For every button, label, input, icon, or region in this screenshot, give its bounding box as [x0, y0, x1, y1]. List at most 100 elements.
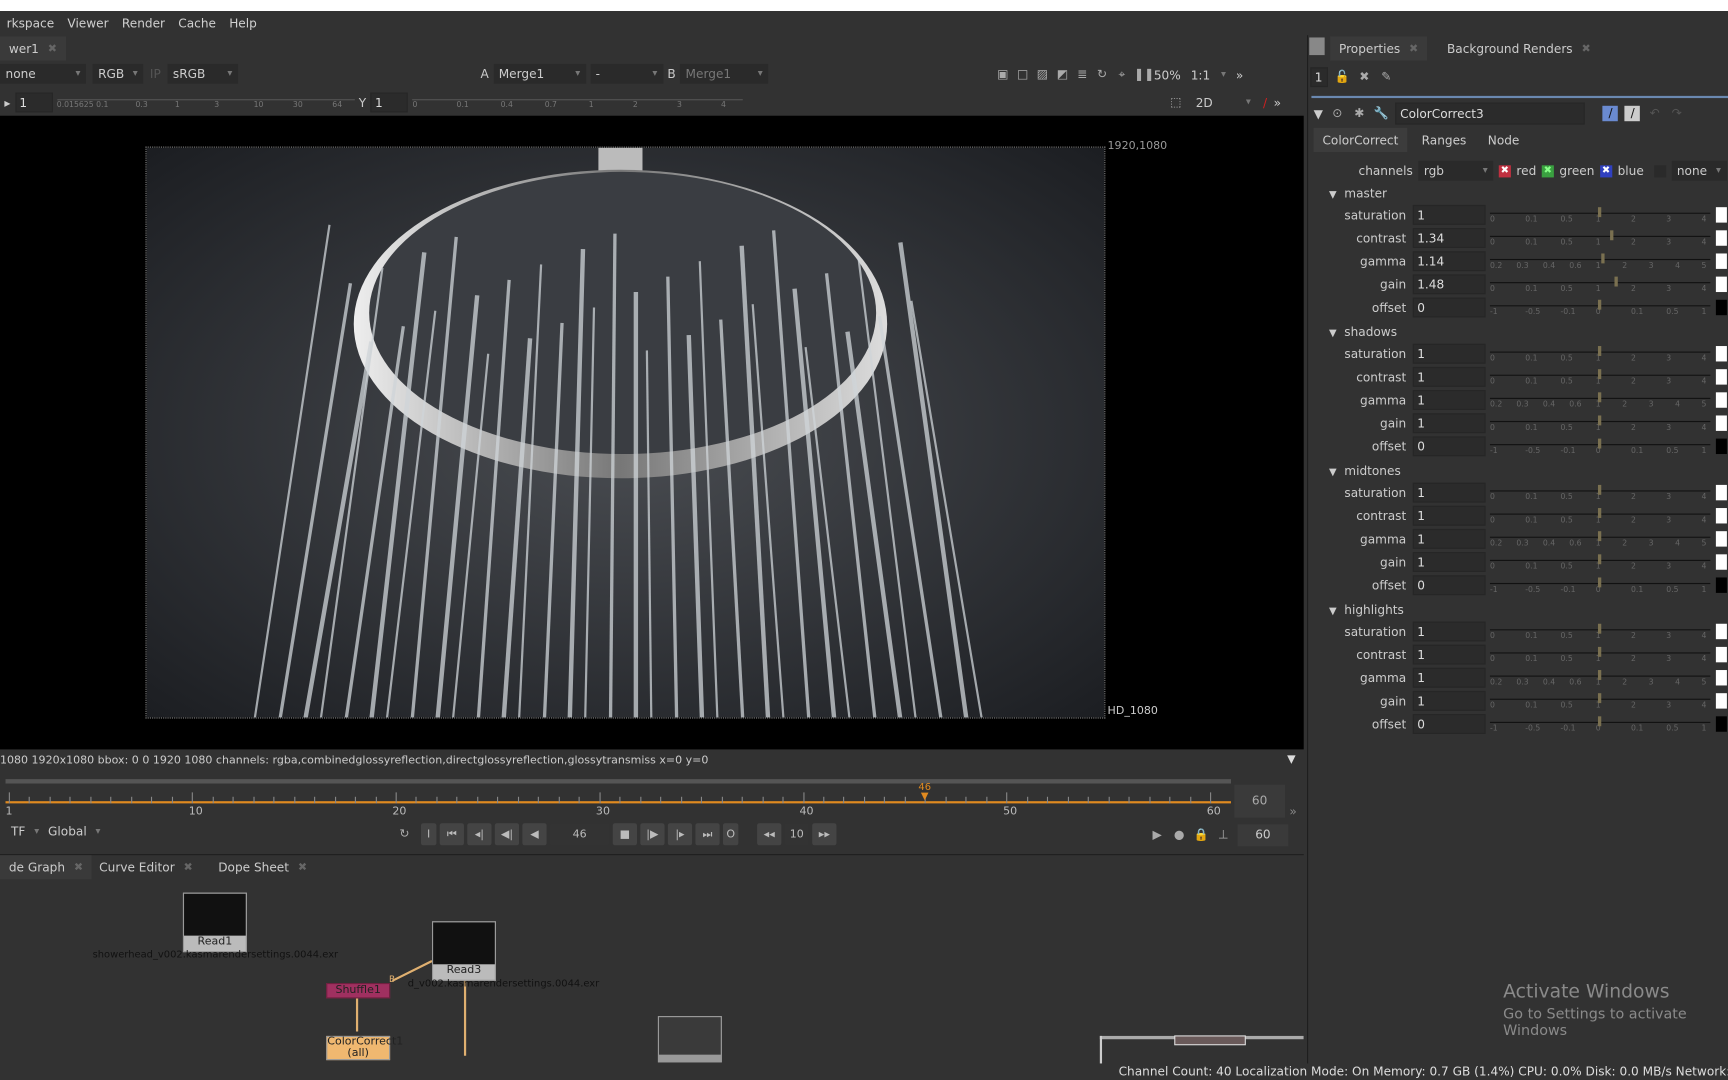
highlights-gain-slider[interactable]: 0 0.1 0.5 1 2 3 4 — [1489, 690, 1711, 712]
highlights-saturation-slider[interactable]: 0 0.1 0.5 1 2 3 4 — [1489, 620, 1711, 642]
shadows-contrast-field[interactable]: 1 — [1412, 366, 1486, 387]
color-picker-swatch[interactable] — [1715, 646, 1727, 663]
max-panels-field[interactable]: 1 — [1310, 67, 1328, 88]
color-picker-swatch[interactable] — [1715, 438, 1727, 455]
node-shuffle1[interactable]: Shuffle1 — [326, 983, 391, 999]
shadows-saturation-slider[interactable]: 0 0.1 0.5 1 2 3 4 — [1489, 343, 1711, 365]
node-name-field[interactable]: ColorCorrect3 — [1395, 102, 1586, 125]
highlights-contrast-slider[interactable]: 0 0.1 0.5 1 2 3 4 — [1489, 644, 1711, 666]
skip-back-button[interactable]: ◂◂ — [757, 823, 782, 846]
node-thumbnail[interactable] — [657, 1016, 722, 1063]
color-picker-swatch[interactable] — [1715, 623, 1727, 640]
master-saturation-slider[interactable]: 0 0.1 0.5 1 2 3 4 — [1489, 204, 1711, 226]
view-mode-dropdown[interactable]: 2D — [1190, 93, 1256, 113]
midtones-saturation-slider[interactable]: 0 0.1 0.5 1 2 3 4 — [1489, 482, 1711, 504]
midtones-gain-field[interactable]: 1 — [1412, 552, 1486, 572]
lut-dropdown[interactable]: sRGB — [167, 63, 238, 84]
shadows-gamma-field[interactable]: 1 — [1412, 390, 1486, 410]
section-shadows[interactable]: shadows — [1329, 325, 1397, 339]
highlights-saturation-field[interactable]: 1 — [1412, 621, 1486, 642]
last-frame-button[interactable]: ⏭ — [695, 823, 720, 846]
menu-workspace[interactable]: rkspace — [0, 16, 61, 30]
highlights-offset-field[interactable]: 0 — [1412, 714, 1486, 734]
color-picker-swatch[interactable] — [1715, 299, 1727, 316]
stop-button[interactable]: ■ — [612, 823, 637, 846]
skip-forward-button[interactable]: ▸▸ — [812, 823, 837, 846]
shadows-saturation-field[interactable]: 1 — [1412, 343, 1486, 364]
tab-ranges[interactable]: Ranges — [1413, 128, 1475, 152]
node-colorcorrect1[interactable]: ColorCorrect1 (all) — [326, 1035, 403, 1061]
record-icon[interactable]: ● — [1171, 828, 1186, 843]
section-midtones[interactable]: midtones — [1329, 464, 1401, 478]
composite-dropdown[interactable]: - — [590, 63, 663, 84]
fps-field[interactable]: 60 — [1237, 824, 1289, 847]
red-checkbox[interactable]: ✖ — [1498, 164, 1511, 177]
ratio-dropdown[interactable]: 1:1 — [1185, 65, 1231, 85]
slider-handle[interactable] — [1609, 230, 1613, 241]
tab-colorcorrect[interactable]: ColorCorrect — [1313, 127, 1408, 153]
play-forward-button[interactable]: |▶ — [640, 823, 665, 846]
gamma-slider[interactable]: 0 0.1 0.4 0.7 1 2 3 4 — [412, 93, 744, 113]
refresh-icon[interactable]: ↻ — [1094, 67, 1109, 82]
view-node-icon[interactable]: ⊙ — [1330, 106, 1345, 121]
master-saturation-field[interactable]: 1 — [1412, 204, 1486, 225]
master-contrast-slider[interactable]: 0 0.1 0.5 1 2 3 4 — [1489, 227, 1711, 249]
end-frame-field[interactable]: 60 — [1234, 784, 1285, 818]
master-gain-field[interactable]: 1.48 — [1412, 274, 1486, 295]
gamma-field[interactable]: 1 — [370, 92, 409, 113]
close-icon[interactable]: ✖ — [48, 42, 57, 54]
slider-handle[interactable] — [1601, 253, 1605, 264]
node-icon[interactable]: ✱ — [1352, 106, 1367, 121]
midtones-offset-slider[interactable]: -1 -0.5 -0.1 0 0.1 0.5 1 — [1489, 574, 1711, 596]
slider-handle[interactable] — [1597, 554, 1601, 565]
proxy-icon[interactable]: ⌖ — [1114, 67, 1129, 82]
timeline[interactable]: 46 ▼ — [0, 776, 1235, 822]
color-picker-swatch[interactable] — [1715, 230, 1727, 246]
highlights-gamma-field[interactable]: 1 — [1412, 667, 1486, 688]
slider-handle[interactable] — [1597, 508, 1601, 518]
shadows-contrast-slider[interactable]: 0 0.1 0.5 1 2 3 4 — [1489, 366, 1711, 388]
step-back-button[interactable]: ◀| — [494, 823, 520, 846]
midtones-saturation-field[interactable]: 1 — [1412, 482, 1486, 503]
next-keyframe-button[interactable]: |▸ — [667, 823, 693, 846]
master-contrast-field[interactable]: 1.34 — [1412, 228, 1486, 248]
pause-icon[interactable]: ❚❚ — [1134, 67, 1154, 82]
increment-field[interactable]: 10 — [784, 823, 809, 846]
more-icon[interactable]: » — [1289, 804, 1296, 818]
node-read3[interactable]: Read3 — [431, 921, 496, 981]
midtones-offset-field[interactable]: 0 — [1412, 575, 1486, 596]
color-picker-swatch[interactable] — [1715, 693, 1727, 709]
input-a-dropdown[interactable]: Merge1 — [493, 63, 586, 84]
prev-keyframe-button[interactable]: ◂| — [467, 823, 492, 846]
color-picker-swatch[interactable] — [1715, 207, 1727, 223]
slider-handle[interactable] — [1597, 484, 1601, 495]
zebra-icon[interactable]: ▨ — [1035, 67, 1050, 82]
slider-handle[interactable] — [1614, 276, 1618, 287]
pencil-icon[interactable]: ✎ — [1379, 69, 1394, 84]
tab-curve-editor[interactable]: Curve Editor ✖ — [90, 855, 201, 879]
section-master[interactable]: master — [1329, 186, 1387, 200]
color-picker-swatch[interactable] — [1715, 716, 1727, 732]
slider-handle[interactable] — [1597, 415, 1601, 426]
color-picker-swatch[interactable] — [1715, 346, 1727, 362]
clear-icon[interactable]: ✖ — [1357, 69, 1372, 84]
slider-handle[interactable] — [1597, 531, 1601, 542]
playhead[interactable]: 46 ▼ — [918, 782, 931, 801]
close-icon[interactable]: ✖ — [298, 861, 307, 873]
slider-handle[interactable] — [1597, 207, 1601, 218]
close-icon[interactable]: ✖ — [1581, 42, 1590, 54]
channel-set-dropdown[interactable]: none — [0, 63, 86, 84]
color-picker-swatch[interactable] — [1715, 484, 1727, 501]
lock-icon[interactable]: 🔓 — [1335, 69, 1350, 84]
green-checkbox[interactable]: ✖ — [1541, 164, 1554, 177]
current-frame-field[interactable]: 46 — [549, 823, 610, 846]
shadows-gamma-slider[interactable]: 0.2 0.3 0.4 0.6 1 2 3 4 5 — [1489, 389, 1711, 411]
color-picker-swatch[interactable] — [1715, 577, 1727, 593]
midtones-contrast-slider[interactable]: 0 0.1 0.5 1 2 3 4 — [1489, 505, 1711, 527]
menu-help[interactable]: Help — [223, 16, 264, 30]
gl-color-icon[interactable]: / — [1624, 105, 1641, 122]
color-picker-swatch[interactable] — [1715, 276, 1727, 293]
shadows-gain-field[interactable]: 1 — [1412, 413, 1486, 434]
fps-icon[interactable]: ⊥ — [1216, 828, 1231, 843]
slider-handle[interactable] — [1597, 369, 1601, 380]
